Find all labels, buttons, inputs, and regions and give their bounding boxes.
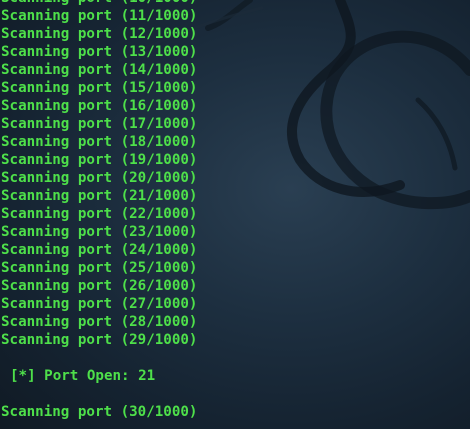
scan-progress-line: Scanning port (15/1000) (1, 80, 198, 96)
scan-progress-line: Scanning port (12/1000) (1, 26, 198, 42)
scan-progress-line: Scanning port (30/1000) (1, 404, 198, 420)
terminal-output: Scanning port (10/1000)Scanning port (11… (1, 0, 469, 421)
scan-progress-line: Scanning port (19/1000) (1, 152, 198, 168)
scan-progress-line: Scanning port (28/1000) (1, 314, 198, 330)
port-open-line: [*] Port Open: 21 (10, 368, 156, 384)
scan-progress-line: Scanning port (16/1000) (1, 98, 198, 114)
scan-progress-line: Scanning port (10/1000) (1, 0, 469, 7)
scan-progress-line: Scanning port (24/1000) (1, 242, 198, 258)
scan-progress-line: Scanning port (13/1000) (1, 44, 198, 60)
scan-progress-line: Scanning port (22/1000) (1, 206, 198, 222)
scan-progress-line: Scanning port (26/1000) (1, 278, 198, 294)
scan-progress-line: Scanning port (18/1000) (1, 134, 198, 150)
scan-progress-line: Scanning port (17/1000) (1, 116, 198, 132)
scan-progress-line: Scanning port (25/1000) (1, 260, 198, 276)
terminal-window[interactable]: Scanning port (10/1000)Scanning port (11… (0, 0, 470, 429)
scan-progress-line: Scanning port (23/1000) (1, 224, 198, 240)
scan-progress-line: Scanning port (20/1000) (1, 170, 198, 186)
scan-progress-line: Scanning port (27/1000) (1, 296, 198, 312)
scan-progress-line: Scanning port (11/1000) (1, 8, 198, 24)
scan-progress-line: Scanning port (29/1000) (1, 332, 198, 348)
scan-progress-line: Scanning port (21/1000) (1, 188, 198, 204)
scan-progress-line: Scanning port (14/1000) (1, 62, 198, 78)
